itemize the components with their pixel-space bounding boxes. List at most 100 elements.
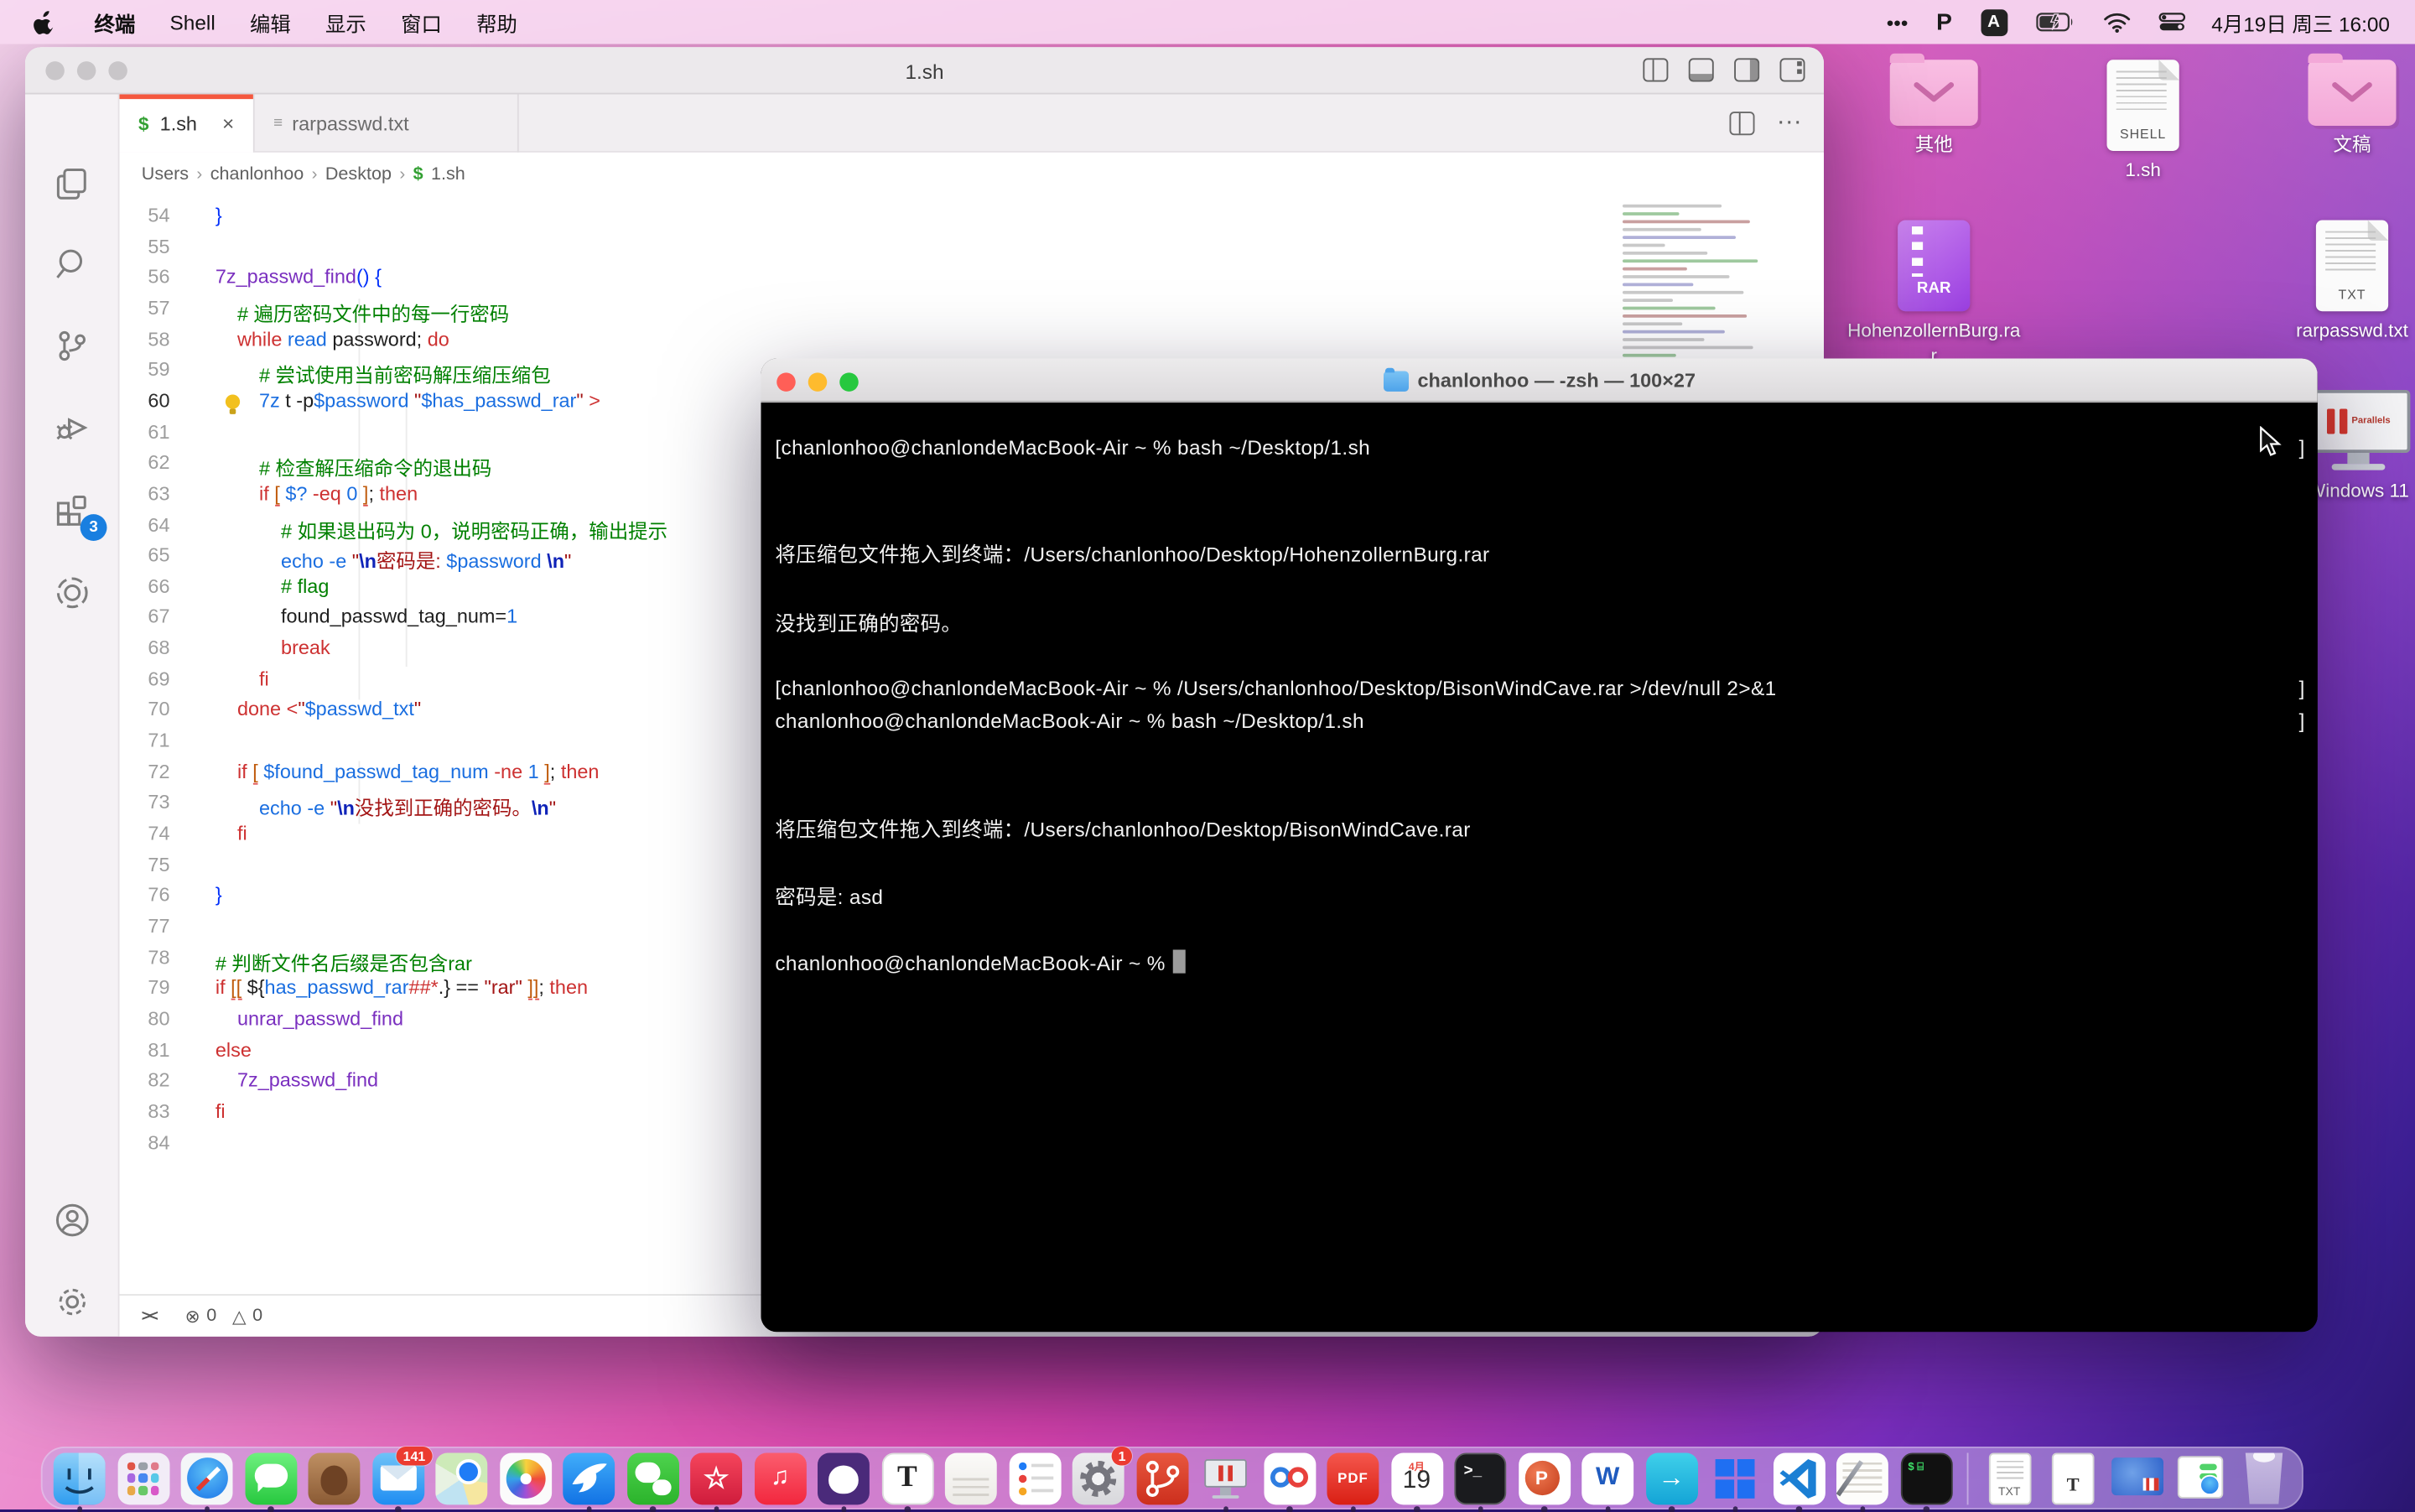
- breadcrumb-segment[interactable]: chanlonhoo: [210, 164, 304, 184]
- menu-clock[interactable]: 4月19日 周三 16:00: [2199, 7, 2415, 37]
- menu-item-Shell[interactable]: Shell: [153, 0, 232, 44]
- dock-item-star-app[interactable]: ☆: [690, 1452, 742, 1504]
- dock-item-rings-app[interactable]: [1264, 1452, 1316, 1504]
- code-line-54[interactable]: 54}: [120, 205, 1825, 236]
- tab-1sh[interactable]: $ 1.sh ×: [120, 95, 255, 153]
- dock-item-photos[interactable]: [499, 1452, 551, 1504]
- code-line-57[interactable]: 57 # 遍历密码文件中的每一行密码: [120, 297, 1825, 328]
- dock-item-mail[interactable]: 141: [371, 1452, 423, 1504]
- dock-item-parallels[interactable]: [1200, 1452, 1252, 1504]
- split-editor-icon[interactable]: [1730, 111, 1755, 134]
- desktop-icon-folder-0[interactable]: 其他: [1840, 60, 2028, 158]
- problems-status[interactable]: ⊗0 △0: [185, 1305, 262, 1327]
- vscode-icon: [1773, 1452, 1825, 1504]
- dock-item-brown-app[interactable]: [309, 1452, 361, 1504]
- dock-item-word[interactable]: W: [1581, 1452, 1633, 1504]
- terminal-title: chanlonhoo — -zsh — 100×27: [1418, 370, 1696, 392]
- terminal-row-15: [775, 916, 2304, 950]
- chatgpt-extension-icon[interactable]: [47, 568, 97, 618]
- dock-item-settings[interactable]: 1: [1072, 1452, 1124, 1504]
- brown-app-icon: [309, 1452, 361, 1504]
- toggle-secondary-sidebar-icon[interactable]: [1734, 58, 1759, 81]
- menu-item-app[interactable]: 终端: [77, 0, 153, 44]
- errors-icon: ⊗: [185, 1305, 200, 1327]
- lightbulb-icon[interactable]: [223, 393, 242, 415]
- dock-item-windows11[interactable]: [1709, 1452, 1761, 1504]
- remote-indicator[interactable]: ><: [142, 1307, 157, 1325]
- dock-item-safari[interactable]: [181, 1452, 233, 1504]
- breadcrumb-file[interactable]: 1.sh: [431, 164, 465, 184]
- desktop-icon-label: 其他: [1915, 133, 1953, 158]
- word-icon: W: [1581, 1452, 1633, 1504]
- desktop-icon-shell-1[interactable]: SHELL1.sh: [2049, 60, 2237, 183]
- menu-item-编辑[interactable]: 编辑: [232, 0, 308, 44]
- dock-item-messages[interactable]: [245, 1452, 297, 1504]
- breadcrumb[interactable]: Users›chanlonhoo›Desktop›$1.sh: [120, 153, 1825, 195]
- dock-item-textedit[interactable]: [1836, 1452, 1888, 1504]
- control-center-menu[interactable]: [2144, 0, 2199, 44]
- dock-item-iterm[interactable]: $ ⌸: [1900, 1452, 1952, 1504]
- code-line-56[interactable]: 567z_passwd_find() {: [120, 266, 1825, 297]
- tab-rarpasswd[interactable]: ≡ rarpasswd.txt: [255, 95, 519, 153]
- dock-item-calendar[interactable]: 4月19: [1390, 1452, 1442, 1504]
- dock-item-github[interactable]: [818, 1452, 870, 1504]
- dock-item-finder[interactable]: [54, 1452, 106, 1504]
- dock-item-notes[interactable]: [945, 1452, 997, 1504]
- terminal-titlebar[interactable]: chanlonhoo — -zsh — 100×27: [761, 359, 2318, 403]
- wifi-menu[interactable]: [2089, 0, 2144, 44]
- source-control-icon[interactable]: [47, 321, 97, 372]
- customize-layout-icon[interactable]: [1780, 58, 1805, 81]
- close-tab-icon[interactable]: ×: [222, 112, 234, 135]
- code-line-58[interactable]: 58 while read password; do: [120, 328, 1825, 359]
- toggle-sidebar-icon[interactable]: [1643, 58, 1668, 81]
- line-number: 72: [120, 761, 170, 782]
- code-line-55[interactable]: 55: [120, 236, 1825, 267]
- battery-menu[interactable]: [2021, 0, 2089, 44]
- tab-more-actions-icon[interactable]: ···: [1777, 108, 1802, 137]
- dock-item-powerpoint[interactable]: P: [1518, 1452, 1570, 1504]
- extensions-icon[interactable]: 3: [47, 485, 97, 535]
- desktop-icon-rar-3[interactable]: RARHohenzollernBurg.rar: [1840, 221, 2028, 369]
- dock-item-thunder[interactable]: [563, 1452, 615, 1504]
- desktop-icon-label: Windows 11: [2308, 480, 2409, 504]
- dock-item-min-windows[interactable]: [2111, 1452, 2163, 1504]
- line-number: 57: [120, 297, 170, 319]
- dock-item-git[interactable]: [1136, 1452, 1188, 1504]
- account-icon[interactable]: [47, 1195, 97, 1245]
- dock-item-trash[interactable]: [2238, 1452, 2290, 1504]
- dock-item-teal-arrow[interactable]: →: [1645, 1452, 1697, 1504]
- desktop-icon-folder-2[interactable]: 文稿: [2258, 60, 2415, 158]
- dock-item-wechat[interactable]: [626, 1452, 678, 1504]
- dock-item-music[interactable]: ♫: [754, 1452, 806, 1504]
- dock-item-min-txt[interactable]: TXT: [1983, 1452, 2035, 1504]
- apple-menu[interactable]: [0, 8, 77, 35]
- desktop-icon-txt-4[interactable]: TXTrarpasswd.txt: [2258, 221, 2415, 344]
- breadcrumb-segment[interactable]: Desktop: [325, 164, 392, 184]
- terminal-content[interactable]: [chanlonhoo@chanlondeMacBook-Air ~ % bas…: [761, 403, 2318, 1332]
- dock-item-launchpad[interactable]: [117, 1452, 169, 1504]
- settings-gear-icon[interactable]: [47, 1277, 97, 1328]
- dock-item-min-chat[interactable]: [2174, 1452, 2226, 1504]
- dock-item-terminal[interactable]: >_: [1454, 1452, 1506, 1504]
- dock-item-min-typora[interactable]: T: [2047, 1452, 2099, 1504]
- parallels-menu-icon[interactable]: P: [1922, 0, 1966, 44]
- code-text: while read password; do: [216, 328, 449, 350]
- dock-item-maps[interactable]: [435, 1452, 487, 1504]
- code-text: if [ $found_passwd_tag_num -ne 1 ]; then: [216, 761, 600, 782]
- menu-item-窗口[interactable]: 窗口: [383, 0, 459, 44]
- explorer-icon[interactable]: [47, 158, 97, 209]
- toggle-panel-icon[interactable]: [1689, 58, 1714, 81]
- dock-item-typora[interactable]: T: [881, 1452, 933, 1504]
- dock-item-vscode[interactable]: [1773, 1452, 1825, 1504]
- vscode-titlebar[interactable]: 1.sh: [25, 47, 1824, 94]
- menu-extra-dots[interactable]: •••: [1872, 0, 1922, 44]
- input-source-menu[interactable]: A: [1966, 0, 2022, 44]
- pink-folder-icon: [2309, 60, 2397, 126]
- search-icon[interactable]: [47, 239, 97, 289]
- breadcrumb-segment[interactable]: Users: [142, 164, 189, 184]
- run-debug-icon[interactable]: [47, 403, 97, 453]
- menu-item-帮助[interactable]: 帮助: [459, 0, 534, 44]
- dock-item-reminders[interactable]: [1009, 1452, 1061, 1504]
- dock-item-pdf-expert[interactable]: PDF: [1327, 1452, 1379, 1504]
- menu-item-显示[interactable]: 显示: [308, 0, 383, 44]
